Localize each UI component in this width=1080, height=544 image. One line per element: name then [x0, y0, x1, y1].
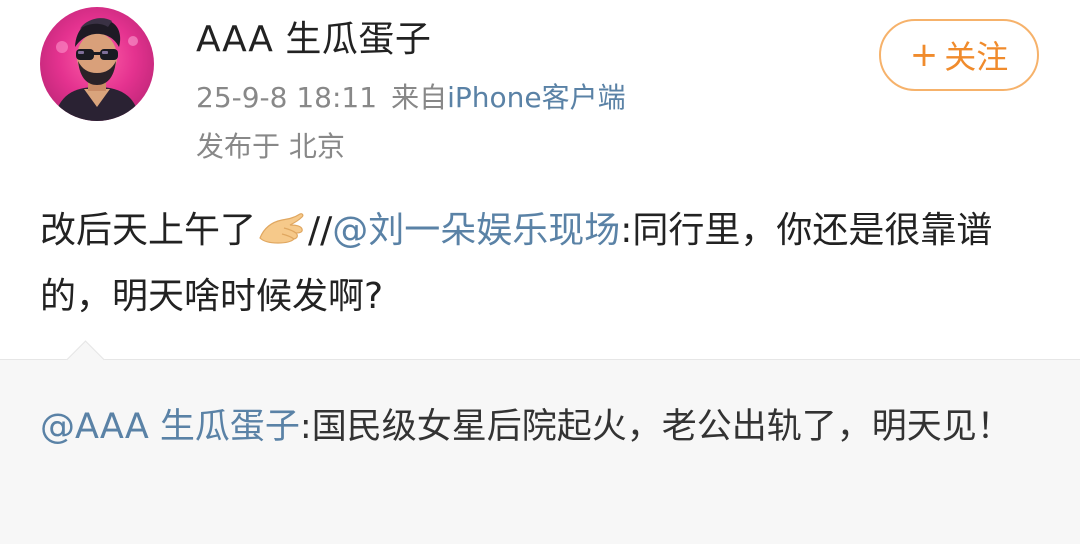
pinching-hand-emoji-icon	[256, 204, 306, 244]
repost-content: @AAA 生瓜蛋子:国民级女星后院起火，老公出轨了，明天见！	[40, 394, 1040, 460]
follow-button[interactable]: + 关注	[879, 19, 1039, 91]
post-content: 改后天上午了 //@刘一朵娱乐现场:同行里，你还是很靠谱的，明天啥时候发啊?	[40, 198, 1040, 330]
follow-label: 关注	[944, 38, 1009, 76]
post-text: 改后天上午了	[40, 210, 257, 251]
avatar-illustration	[54, 18, 140, 121]
repost-separator: //	[308, 210, 333, 251]
location: 发布于 北京	[196, 130, 345, 163]
plus-icon: +	[909, 35, 939, 75]
repost-mention-link[interactable]: @AAA 生瓜蛋子	[40, 407, 300, 447]
weibo-post: AAA 生瓜蛋子 25-9-8 18:11 来自iPhone客户端 发布于 北京 …	[0, 0, 1080, 360]
source-prefix: 来自	[391, 81, 448, 114]
timestamp: 25-9-8 18:11	[196, 81, 378, 114]
post-meta: 25-9-8 18:11 来自iPhone客户端	[196, 78, 626, 118]
avatar[interactable]	[40, 7, 154, 121]
repost-text: :国民级女星后院起火，老公出轨了，明天见！	[299, 407, 1012, 447]
source-link[interactable]: iPhone客户端	[447, 81, 626, 114]
username[interactable]: AAA 生瓜蛋子	[196, 17, 431, 63]
repost-quote[interactable]: @AAA 生瓜蛋子:国民级女星后院起火，老公出轨了，明天见！	[0, 340, 1080, 544]
mention-link[interactable]: @刘一朵娱乐现场	[332, 210, 620, 251]
